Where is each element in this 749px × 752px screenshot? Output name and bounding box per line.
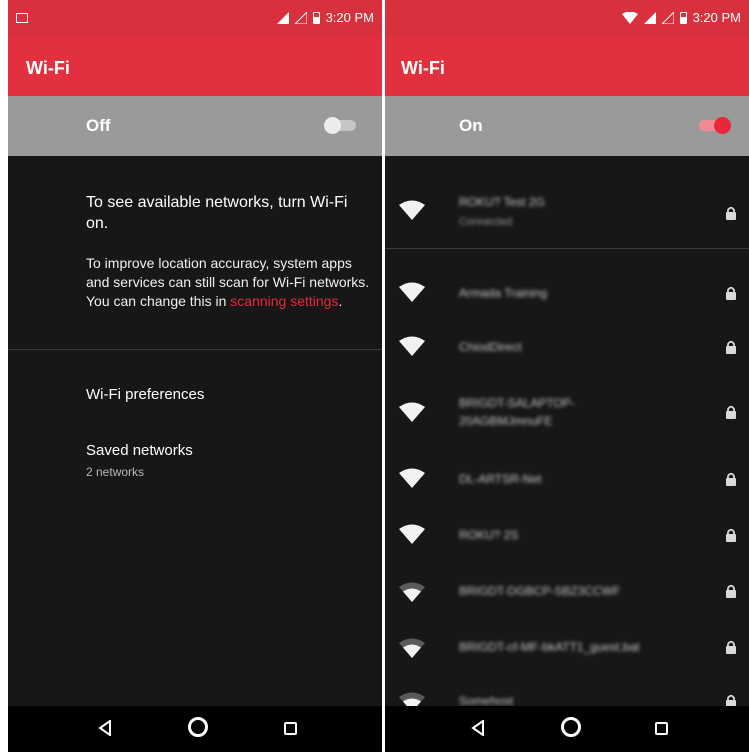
wifi-toggle[interactable] [324,117,358,134]
network-item[interactable]: Armada Training [385,266,749,320]
wifi-switch-label: On [459,116,483,135]
network-item[interactable]: ROKU? Test 2G Connected [385,184,749,248]
back-icon[interactable] [471,720,485,736]
network-name: BRIGDT-cf-MF-bkATT1_guest.bat [459,640,640,654]
navigation-bar [8,706,382,752]
network-name: BRIGDT-DGBCP-SBZ3CCWF [459,584,621,598]
wifi-switch-label: Off [86,116,111,135]
status-time: 3:20 PM [692,10,741,25]
saved-networks-item[interactable]: Saved networks [86,442,193,459]
no-signal-icon [294,11,307,24]
scanning-settings-link[interactable]: scanning settings [230,293,338,309]
wifi-toggle[interactable] [697,117,731,134]
status-time: 3:20 PM [325,10,374,25]
wifi-settings-on-screen: 3:20 PM Wi-Fi On ROKU? Test 2G Connected… [385,0,749,752]
navigation-bar [385,706,749,752]
wifi-master-switch-row[interactable]: On [385,96,749,156]
battery-icon [679,11,687,24]
lock-icon [726,472,736,486]
network-item[interactable]: ROKU? 2S [385,508,749,562]
network-name: ROKU? Test 2G [459,195,545,209]
lock-icon [726,405,736,419]
wifi-signal-full-icon [399,336,425,356]
network-status: Connected [459,216,513,228]
status-bar: 3:20 PM [8,0,382,38]
page-title: Wi-Fi [26,58,70,78]
divider [385,248,749,249]
no-signal-icon [661,11,674,24]
wifi-signal-full-icon [399,200,425,220]
lock-icon [726,640,736,654]
wifi-signal-full-icon [399,282,425,302]
network-item[interactable]: BRIGDT-SALAPTOP- 20AGBMJmnuFE [385,378,749,446]
image-notification-icon [16,11,28,26]
network-name-line2: 20AGBMJmnuFE [459,414,553,428]
page-title: Wi-Fi [401,58,445,78]
network-name: DL-ARTSR-Net [459,472,542,486]
signal-icon [643,11,656,24]
network-name: Armada Training [459,286,548,300]
lock-icon [726,528,736,542]
network-item[interactable]: BRIGDT-DGBCP-SBZ3CCWF [385,564,749,618]
back-icon[interactable] [98,720,112,736]
turn-on-message: To see available networks, turn Wi-Fi on… [86,194,348,232]
network-name: ROKU? 2S [459,528,519,542]
scanning-message: To improve location accuracy, system app… [86,255,370,309]
saved-networks-count: 2 networks [86,465,145,479]
network-item[interactable]: BRIGDT-cf-MF-bkATT1_guest.bat [385,620,749,674]
status-bar: 3:20 PM [385,0,749,38]
lock-icon [726,286,736,300]
recents-icon[interactable] [655,722,668,735]
lock-icon [726,206,736,220]
wifi-status-icon [621,11,638,24]
network-name: BRIGDT-SALAPTOP- [459,396,575,410]
wifi-settings-off-screen: 3:20 PM Wi-Fi Off To see available netwo… [8,0,382,752]
wifi-signal-full-icon [399,402,425,422]
home-icon[interactable] [561,717,581,737]
wifi-signal-full-icon [399,468,425,488]
app-bar: Wi-Fi [8,38,382,96]
wifi-preferences-item[interactable]: Wi-Fi preferences [86,386,204,403]
battery-icon [312,11,320,24]
recents-icon[interactable] [284,722,297,735]
lock-icon [726,584,736,598]
wifi-master-switch-row[interactable]: Off [8,96,382,156]
app-bar: Wi-Fi [385,38,749,96]
network-item[interactable]: DL-ARTSR-Net [385,452,749,506]
lock-icon [726,340,736,354]
signal-icon [276,11,289,24]
wifi-signal-medium-icon [399,582,425,602]
wifi-signal-full-icon [399,524,425,544]
network-item[interactable]: ChiodDirect [385,320,749,374]
home-icon[interactable] [188,717,208,737]
divider [8,349,382,350]
wifi-signal-medium-icon [399,638,425,658]
network-name: ChiodDirect [459,340,522,354]
